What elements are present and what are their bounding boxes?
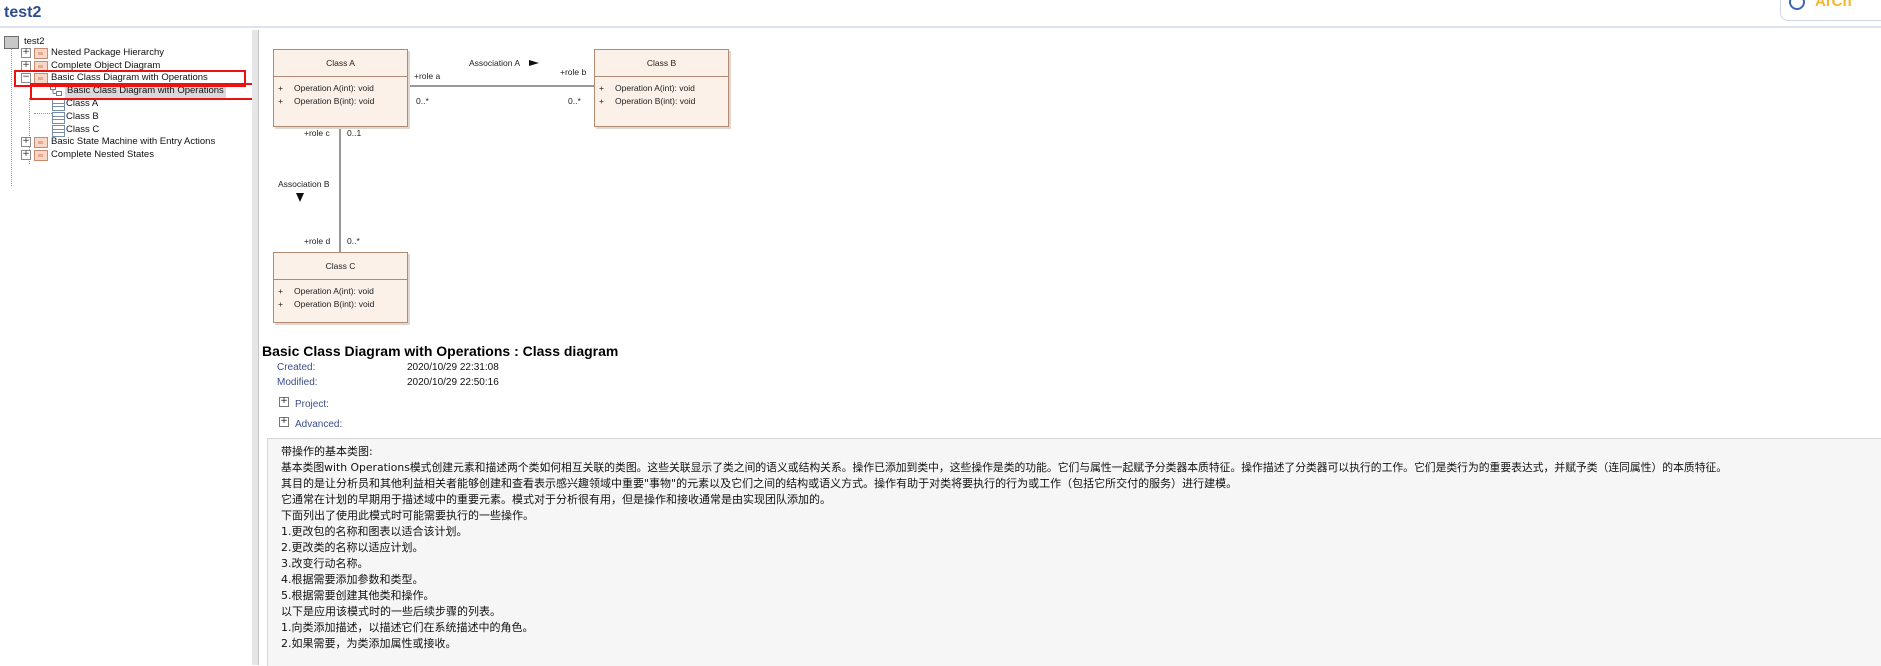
- app-title: test2: [4, 4, 42, 21]
- class-operations: + Operation A(int): void + Operation B(int…: [595, 77, 728, 108]
- note-line: 2.如果需要，为类添加属性或接收。: [281, 637, 457, 650]
- operation-signature: Operation B(int): void: [615, 96, 696, 106]
- tree-item-label: Class B: [66, 111, 99, 122]
- operation: + Operation B(int): void: [595, 95, 728, 108]
- tree-item-label: Basic State Machine with Entry Actions: [51, 136, 216, 147]
- project-section-label[interactable]: Project:: [295, 399, 329, 410]
- class-name: Class B: [595, 50, 728, 77]
- pane-splitter[interactable]: [252, 30, 259, 665]
- logo-icon: [1789, 0, 1805, 10]
- note-line: 3.改变行动名称。: [281, 557, 369, 570]
- class-operations: + Operation A(int): void + Operation B(int…: [274, 280, 407, 311]
- operation-signature: Operation B(int): void: [294, 96, 375, 106]
- public-marker: +: [278, 299, 283, 309]
- operation-signature: Operation B(int): void: [294, 299, 375, 309]
- role-label: +role b: [560, 67, 587, 77]
- expand-icon[interactable]: +: [21, 150, 31, 160]
- advanced-expand-icon[interactable]: +: [279, 417, 289, 427]
- note-line: 1.向类添加描述，以描述它们在系统描述中的角色。: [281, 621, 534, 634]
- created-label: Created:: [277, 362, 316, 373]
- note-line: 4.根据需要添加参数和类型。: [281, 573, 424, 586]
- highlight-box: [30, 83, 258, 100]
- association-b-name: Association B: [278, 179, 330, 189]
- tree-item-basic-state-machine[interactable]: + Basic State Machine with Entry Actions: [0, 135, 250, 149]
- advanced-section-label[interactable]: Advanced:: [295, 419, 342, 430]
- operation: + Operation B(int): void: [274, 298, 407, 311]
- multiplicity-label: 0..*: [416, 96, 429, 106]
- public-marker: +: [599, 96, 604, 106]
- tree-item-complete-nested-states[interactable]: + Complete Nested States: [0, 148, 250, 162]
- operation: + Operation B(int): void: [274, 95, 407, 108]
- tree-item-label: Nested Package Hierarchy: [51, 47, 164, 58]
- project-expand-icon[interactable]: +: [279, 397, 289, 407]
- notes-panel: 带操作的基本类图: 基本类图with Operations模式创建元素和描述两个…: [267, 438, 1881, 666]
- multiplicity-label: 0..*: [347, 236, 360, 246]
- note-line: 基本类图with Operations模式创建元素和描述两个类如何相互关联的类图…: [281, 461, 1728, 474]
- operation: + Operation A(int): void: [595, 82, 728, 95]
- package-icon: [34, 150, 48, 161]
- logo-text: ArCh: [1815, 0, 1852, 10]
- note-line: 带操作的基本类图:: [281, 445, 373, 458]
- operation-signature: Operation A(int): void: [294, 83, 374, 93]
- note-line: 以下是应用该模式时的一些后续步骤的列表。: [281, 605, 501, 618]
- direction-arrow-right-icon: [529, 60, 539, 66]
- logo: ArCh: [1780, 0, 1881, 21]
- direction-arrow-down-icon: [296, 193, 304, 202]
- operation: + Operation A(int): void: [274, 82, 407, 95]
- class-a-box[interactable]: Class A + Operation A(int): void + Operati…: [273, 49, 408, 127]
- association-a-name: Association A: [469, 58, 521, 68]
- tree-item-class-b[interactable]: Class B: [0, 110, 250, 124]
- note-line: 1.更改包的名称和图表以适合该计划。: [281, 525, 468, 538]
- public-marker: +: [278, 286, 283, 296]
- public-marker: +: [599, 83, 604, 93]
- title-bar: test2 ArCh: [0, 0, 1881, 28]
- expand-icon[interactable]: +: [21, 137, 31, 147]
- multiplicity-label: 0..1: [347, 128, 362, 138]
- package-icon: [34, 137, 48, 148]
- operation: + Operation A(int): void: [274, 285, 407, 298]
- multiplicity-label: 0..*: [568, 96, 581, 106]
- public-marker: +: [278, 96, 283, 106]
- role-label: +role d: [304, 236, 331, 246]
- note-line: 它通常在计划的早期用于描述域中的重要元素。模式对于分析很有用，但是操作和接收通常…: [281, 493, 831, 506]
- class-b-box[interactable]: Class B + Operation A(int): void + Operati…: [594, 49, 729, 127]
- content-pane: Class A + Operation A(int): void + Operati…: [259, 30, 1881, 666]
- modified-value: 2020/10/29 22:50:16: [407, 377, 499, 388]
- role-label: +role c: [304, 128, 330, 138]
- public-marker: +: [278, 83, 283, 93]
- class-name: Class A: [274, 50, 407, 77]
- role-label: +role a: [414, 71, 441, 81]
- class-c-box[interactable]: Class C + Operation A(int): void + Operati…: [273, 252, 408, 323]
- project-tree: test2 + Nested Package Hierarchy + Compl…: [0, 30, 258, 665]
- expand-icon[interactable]: +: [21, 48, 31, 58]
- operation-signature: Operation A(int): void: [615, 83, 695, 93]
- operation-signature: Operation A(int): void: [294, 286, 374, 296]
- tree-item-label: Complete Nested States: [51, 149, 154, 160]
- tree-item-nested-package-hierarchy[interactable]: + Nested Package Hierarchy: [0, 46, 250, 60]
- class-operations: + Operation A(int): void + Operation B(int…: [274, 77, 407, 108]
- note-line: 5.根据需要创建其他类和操作。: [281, 589, 435, 602]
- diagram-title: Basic Class Diagram with Operations : Cl…: [262, 343, 619, 359]
- note-line: 其目的是让分析员和其他利益相关者能够创建和查看表示感兴趣领域中重要"事物"的元素…: [281, 477, 1238, 490]
- modified-label: Modified:: [277, 377, 318, 388]
- class-name: Class C: [274, 253, 407, 280]
- package-icon: [34, 48, 48, 59]
- note-line: 2.更改类的名称以适应计划。: [281, 541, 424, 554]
- created-value: 2020/10/29 22:31:08: [407, 362, 499, 373]
- note-line: 下面列出了使用此模式时可能需要执行的一些操作。: [281, 509, 534, 522]
